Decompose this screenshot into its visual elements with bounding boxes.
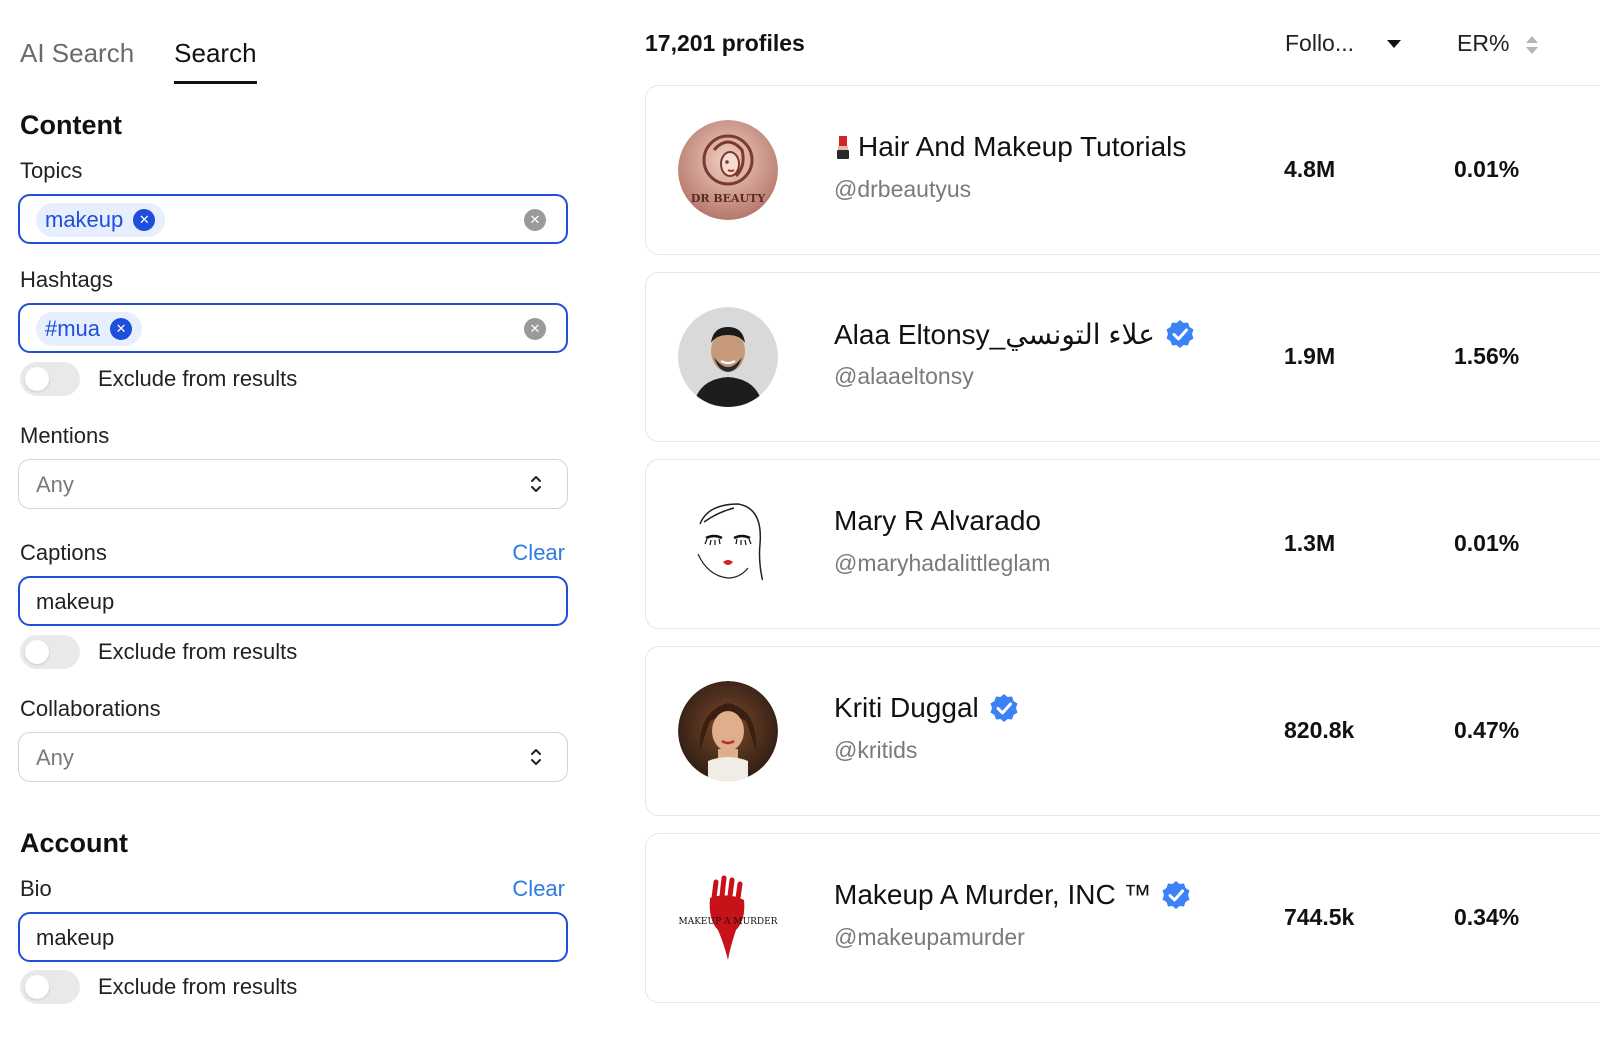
- profile-name-row: Kriti Duggal: [834, 691, 1019, 725]
- followers-count: 744.5k: [1284, 904, 1355, 930]
- profile-name: Alaa Eltonsy_علاء التونسي: [834, 318, 1155, 350]
- profile-name-row: Hair And Makeup Tutorials: [834, 130, 1186, 164]
- bio-value: makeup: [36, 925, 115, 950]
- profile-name-row: Mary R Alvarado: [834, 504, 1041, 538]
- bio-label: Bio: [20, 876, 52, 901]
- followers-count: 820.8k: [1284, 717, 1355, 743]
- avatar-photo-image: [678, 307, 778, 407]
- profile-name-row: Makeup A Murder, INC ™: [834, 878, 1191, 912]
- profile-handle: @drbeautyus: [834, 176, 972, 202]
- profile-card[interactable]: DR BEAUTY Hair And Makeup Tutorials @drb…: [645, 85, 1600, 255]
- avatar-drbeauty-image: DR BEAUTY: [678, 120, 778, 220]
- mentions-value: Any: [36, 472, 74, 497]
- bio-input[interactable]: makeup: [18, 912, 568, 962]
- mentions-select[interactable]: Any: [18, 459, 568, 509]
- profile-handle: @maryhadalittleglam: [834, 550, 1051, 576]
- captions-clear-link[interactable]: Clear: [512, 540, 565, 566]
- avatar-label-text: DR BEAUTY: [691, 192, 766, 205]
- content-section-title: Content: [20, 110, 122, 140]
- search-tabs: AI Search Search: [20, 30, 257, 86]
- engagement-rate: 0.34%: [1454, 904, 1520, 930]
- profile-handle: @makeupamurder: [834, 924, 1025, 950]
- profiles-count: 17,201 profiles: [645, 30, 805, 56]
- profile-card[interactable]: Alaa Eltonsy_علاء التونسي @alaaeltonsy 1…: [645, 272, 1600, 442]
- updown-chevron-icon: [531, 749, 541, 765]
- followers-count: 1.3M: [1284, 530, 1336, 556]
- profile-handle: @kritids: [834, 737, 918, 763]
- avatar-sketch-image: [678, 494, 778, 594]
- hashtag-chip: #mua ✕: [36, 312, 143, 346]
- followers-count: 4.8M: [1284, 156, 1336, 182]
- profile-name: Mary R Alvarado: [834, 505, 1041, 536]
- filter-panel: AI Search Search Content Topics makeup ✕…: [0, 0, 600, 1049]
- profile-name: Hair And Makeup Tutorials: [858, 131, 1187, 162]
- verified-badge-icon: [1162, 881, 1190, 909]
- avatar: MAKEUP A MURDER: [678, 868, 778, 968]
- avatar: [678, 307, 778, 407]
- avatar-photo-image: [678, 681, 778, 781]
- hashtag-chip-label: #mua: [45, 316, 101, 341]
- avatar: [678, 681, 778, 781]
- tab-ai-search[interactable]: AI Search: [20, 30, 134, 84]
- clear-hashtags-icon[interactable]: ✕: [524, 318, 546, 340]
- sort-updown-icon[interactable]: [1525, 33, 1539, 57]
- bio-exclude-row: Exclude from results: [20, 969, 297, 1005]
- collaborations-label: Collaborations: [20, 696, 161, 721]
- captions-exclude-row: Exclude from results: [20, 634, 297, 670]
- verified-badge-icon: [990, 694, 1018, 722]
- avatar: [678, 494, 778, 594]
- remove-chip-icon[interactable]: ✕: [110, 318, 133, 340]
- tab-search[interactable]: Search: [174, 30, 257, 84]
- profile-name: Makeup A Murder, INC ™: [834, 879, 1152, 910]
- topic-chip-label: makeup: [45, 207, 124, 232]
- avatar-logo-image: MAKEUP A MURDER: [678, 868, 778, 968]
- mentions-label: Mentions: [20, 423, 110, 448]
- updown-chevron-icon: [531, 476, 541, 492]
- collaborations-value: Any: [36, 745, 74, 770]
- engagement-rate: 0.01%: [1454, 530, 1520, 556]
- followers-count: 1.9M: [1284, 343, 1336, 369]
- avatar: DR BEAUTY: [678, 120, 778, 220]
- hashtags-exclude-toggle[interactable]: [20, 362, 80, 396]
- captions-label: Captions: [20, 540, 107, 565]
- sort-followers-button[interactable]: Follo...: [1285, 30, 1354, 57]
- account-section-title: Account: [20, 828, 128, 858]
- bio-exclude-toggle[interactable]: [20, 970, 80, 1004]
- verified-badge-icon: [1166, 320, 1194, 348]
- sort-er-button[interactable]: ER%: [1457, 30, 1509, 57]
- profile-card[interactable]: MAKEUP A MURDER Makeup A Murder, INC ™ @…: [645, 833, 1600, 1003]
- topic-chip: makeup ✕: [36, 203, 166, 237]
- avatar-label-text: MAKEUP A MURDER: [678, 917, 777, 927]
- profile-handle: @alaaeltonsy: [834, 363, 974, 389]
- hashtags-exclude-label: Exclude from results: [98, 366, 298, 391]
- hashtags-label: Hashtags: [20, 267, 113, 292]
- topics-label: Topics: [20, 158, 83, 183]
- clear-topics-icon[interactable]: ✕: [524, 209, 546, 231]
- lipstick-icon: [837, 136, 849, 159]
- profile-name-row: Alaa Eltonsy_علاء التونسي: [834, 317, 1195, 351]
- captions-value: makeup: [36, 589, 115, 614]
- profile-card[interactable]: Mary R Alvarado @maryhadalittleglam 1.3M…: [645, 459, 1600, 629]
- captions-input[interactable]: makeup: [18, 576, 568, 626]
- engagement-rate: 0.47%: [1454, 717, 1520, 743]
- engagement-rate: 1.56%: [1454, 343, 1520, 369]
- profile-card[interactable]: Kriti Duggal @kritids 820.8k 0.47%: [645, 646, 1600, 816]
- captions-exclude-label: Exclude from results: [98, 639, 298, 664]
- bio-clear-link[interactable]: Clear: [512, 876, 565, 902]
- hashtags-exclude-row: Exclude from results: [20, 361, 297, 397]
- hashtags-input[interactable]: #mua ✕ ✕: [18, 303, 568, 353]
- profile-name: Kriti Duggal: [834, 692, 979, 723]
- engagement-rate: 0.01%: [1454, 156, 1520, 182]
- results-header: 17,201 profiles Follo... ER%: [645, 30, 1600, 60]
- caret-down-icon[interactable]: [1387, 40, 1401, 48]
- collaborations-select[interactable]: Any: [18, 732, 568, 782]
- remove-chip-icon[interactable]: ✕: [133, 209, 156, 231]
- captions-exclude-toggle[interactable]: [20, 635, 80, 669]
- bio-exclude-label: Exclude from results: [98, 974, 298, 999]
- topics-input[interactable]: makeup ✕ ✕: [18, 194, 568, 244]
